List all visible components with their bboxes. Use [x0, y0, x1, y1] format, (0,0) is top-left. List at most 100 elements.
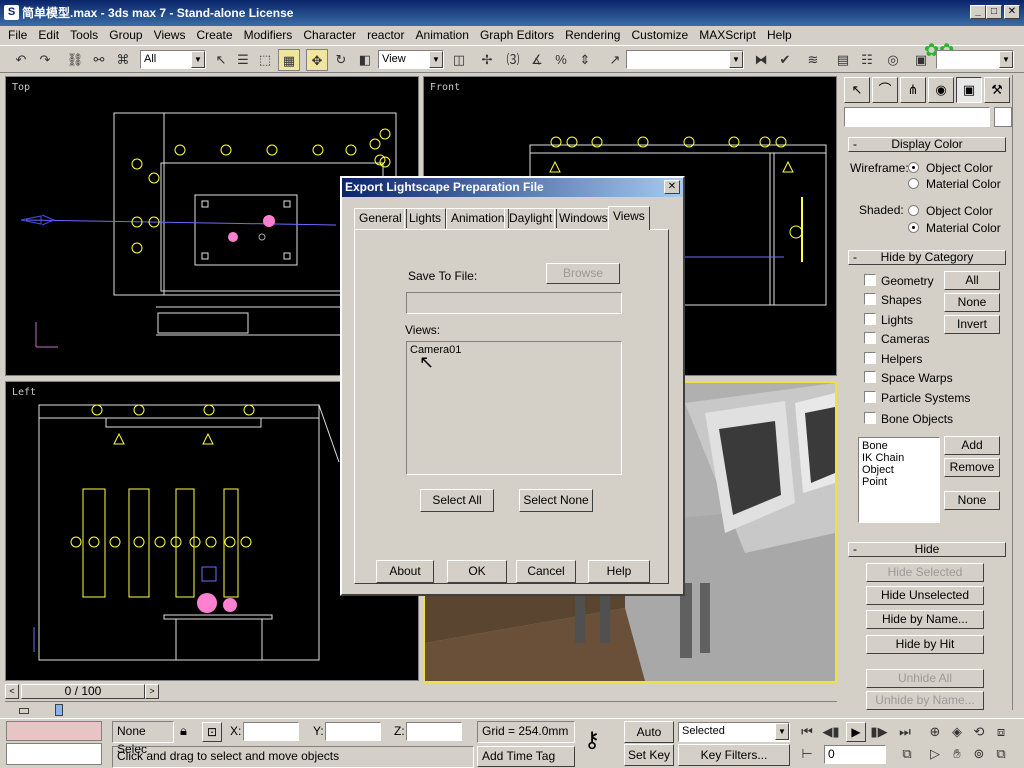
- unlink-icon[interactable]: ⚯: [88, 49, 110, 71]
- menu-customize[interactable]: Customize: [624, 26, 689, 42]
- zoom-extents-all-icon[interactable]: ⧈: [990, 721, 1012, 743]
- pan-icon[interactable]: ✋︎: [946, 743, 968, 765]
- go-to-end-icon[interactable]: ⏭: [894, 721, 916, 743]
- select-manipulate-icon[interactable]: ✢: [476, 49, 498, 71]
- menu-create[interactable]: Create: [189, 26, 233, 42]
- key-mode-dropdown[interactable]: Selected ▼: [678, 722, 790, 742]
- zoom-extents-icon[interactable]: ⟲: [968, 721, 990, 743]
- hide-selected-button[interactable]: Hide Selected: [866, 563, 984, 582]
- key-icon[interactable]: ⚷: [584, 727, 600, 753]
- key-mode-toggle-icon[interactable]: ⊢: [796, 743, 818, 765]
- zoom-all-icon[interactable]: ◈: [946, 721, 968, 743]
- undo-icon[interactable]: ↶: [10, 49, 32, 71]
- spinner-snap-icon[interactable]: ⇕: [574, 49, 596, 71]
- menu-character[interactable]: Character: [295, 26, 356, 42]
- move-icon[interactable]: ✥: [306, 49, 328, 71]
- prev-frame-icon[interactable]: <: [5, 684, 19, 699]
- close-button[interactable]: ✕: [1004, 5, 1020, 19]
- menu-animation[interactable]: Animation: [408, 26, 469, 42]
- current-frame-field[interactable]: 0: [824, 745, 886, 764]
- unhide-all-button[interactable]: Unhide All: [866, 669, 984, 688]
- lights-checkbox[interactable]: [864, 313, 876, 325]
- hide-rollout-header[interactable]: - Hide: [848, 542, 1006, 557]
- select-none-button[interactable]: Select None: [519, 489, 593, 512]
- align-icon[interactable]: ✔: [774, 49, 796, 71]
- scale-icon[interactable]: ◧: [354, 49, 376, 71]
- maximize-button[interactable]: □: [986, 5, 1002, 19]
- time-configuration-icon[interactable]: ⧉: [896, 743, 918, 765]
- x-coordinate-field[interactable]: [243, 722, 299, 741]
- object-color-swatch[interactable]: [994, 107, 1012, 127]
- auto-key-button[interactable]: Auto Key: [624, 721, 674, 759]
- window-crossing-icon[interactable]: ▦: [278, 49, 300, 71]
- material-editor-icon[interactable]: ◎: [882, 49, 904, 71]
- menu-reactor[interactable]: reactor: [359, 26, 404, 42]
- app-icon[interactable]: S: [4, 5, 19, 20]
- hide-none-button[interactable]: None: [944, 293, 1000, 312]
- next-frame-icon[interactable]: >: [145, 684, 159, 699]
- time-slider[interactable]: 0 / 100: [21, 684, 145, 699]
- menu-group[interactable]: Group: [101, 26, 142, 42]
- shaded-material-color-radio[interactable]: [908, 222, 919, 233]
- dialog-close-button[interactable]: ✕: [664, 180, 680, 194]
- bind-space-warp-icon[interactable]: ⌘: [112, 49, 134, 71]
- select-object-icon[interactable]: ↖: [210, 49, 232, 71]
- unhide-by-name-button[interactable]: Unhide by Name...: [866, 691, 984, 710]
- link-icon[interactable]: ⛓: [64, 49, 86, 71]
- angle-snap-icon[interactable]: ∡: [526, 49, 548, 71]
- select-all-button[interactable]: Select All: [420, 489, 494, 512]
- menu-views[interactable]: Views: [146, 26, 186, 42]
- hide-by-category-rollout-header[interactable]: - Hide by Category: [848, 250, 1006, 265]
- key-filters-button[interactable]: Key Filters...: [678, 744, 790, 766]
- menu-tools[interactable]: Tools: [62, 26, 98, 42]
- display-color-rollout-header[interactable]: - Display Color: [848, 137, 1006, 152]
- maxscript-listener-mini[interactable]: [6, 721, 102, 741]
- hide-unselected-button[interactable]: Hide Unselected: [866, 586, 984, 605]
- cameras-checkbox[interactable]: [864, 332, 876, 344]
- remove-category-button[interactable]: Remove: [944, 458, 1000, 477]
- hide-all-button[interactable]: All: [944, 271, 1000, 290]
- help-button[interactable]: Help: [588, 560, 650, 583]
- about-button[interactable]: About: [376, 560, 434, 583]
- play-icon[interactable]: ▶: [846, 722, 866, 742]
- pivot-center-icon[interactable]: ◫: [448, 49, 470, 71]
- curve-editor-icon[interactable]: ▤: [832, 49, 854, 71]
- next-frame-icon[interactable]: ▮▶: [868, 721, 890, 743]
- maximize-viewport-icon[interactable]: ⧉: [990, 743, 1012, 765]
- previous-frame-icon[interactable]: ◀▮: [820, 721, 842, 743]
- schematic-view-icon[interactable]: ☷: [856, 49, 878, 71]
- shapes-checkbox[interactable]: [864, 293, 876, 305]
- rotate-icon[interactable]: ↻: [330, 49, 352, 71]
- menu-file[interactable]: File: [0, 26, 27, 42]
- redo-icon[interactable]: ↷: [34, 49, 56, 71]
- tab-views[interactable]: Views: [608, 206, 650, 230]
- menu-graph-editors[interactable]: Graph Editors: [472, 26, 554, 42]
- z-coordinate-field[interactable]: [406, 722, 462, 741]
- tab-lights[interactable]: Lights: [404, 208, 447, 229]
- wireframe-material-color-radio[interactable]: [908, 178, 919, 189]
- select-by-name-icon[interactable]: ☰: [232, 49, 254, 71]
- helpers-checkbox[interactable]: [864, 352, 876, 364]
- add-time-tag-button[interactable]: Add Time Tag: [477, 746, 575, 767]
- y-coordinate-field[interactable]: [325, 722, 381, 741]
- display-tab-icon[interactable]: ▣: [956, 77, 982, 103]
- go-to-start-icon[interactable]: ⏮: [796, 721, 818, 743]
- bone-objects-checkbox[interactable]: [864, 412, 876, 424]
- named-selection-dropdown[interactable]: ▼: [626, 50, 744, 69]
- reference-coordinate-dropdown[interactable]: View ▼: [378, 50, 444, 69]
- menu-rendering[interactable]: Rendering: [557, 26, 620, 42]
- browse-button[interactable]: Browse: [546, 263, 620, 284]
- object-name-field[interactable]: [844, 107, 990, 127]
- render-type-dropdown[interactable]: ▼: [936, 50, 1014, 69]
- list-item[interactable]: Bone: [862, 440, 936, 452]
- tab-general[interactable]: General: [354, 208, 407, 229]
- percent-snap-icon[interactable]: %: [550, 49, 572, 71]
- views-listbox[interactable]: Camera01: [406, 341, 622, 475]
- add-category-button[interactable]: Add: [944, 436, 1000, 455]
- hide-by-hit-button[interactable]: Hide by Hit: [866, 635, 984, 654]
- tab-daylight[interactable]: Daylight: [504, 208, 558, 229]
- motion-tab-icon[interactable]: ◉: [928, 77, 954, 103]
- edit-named-selection-icon[interactable]: ↗: [604, 49, 626, 71]
- save-file-path-field[interactable]: [406, 292, 622, 314]
- particle-systems-checkbox[interactable]: [864, 391, 876, 403]
